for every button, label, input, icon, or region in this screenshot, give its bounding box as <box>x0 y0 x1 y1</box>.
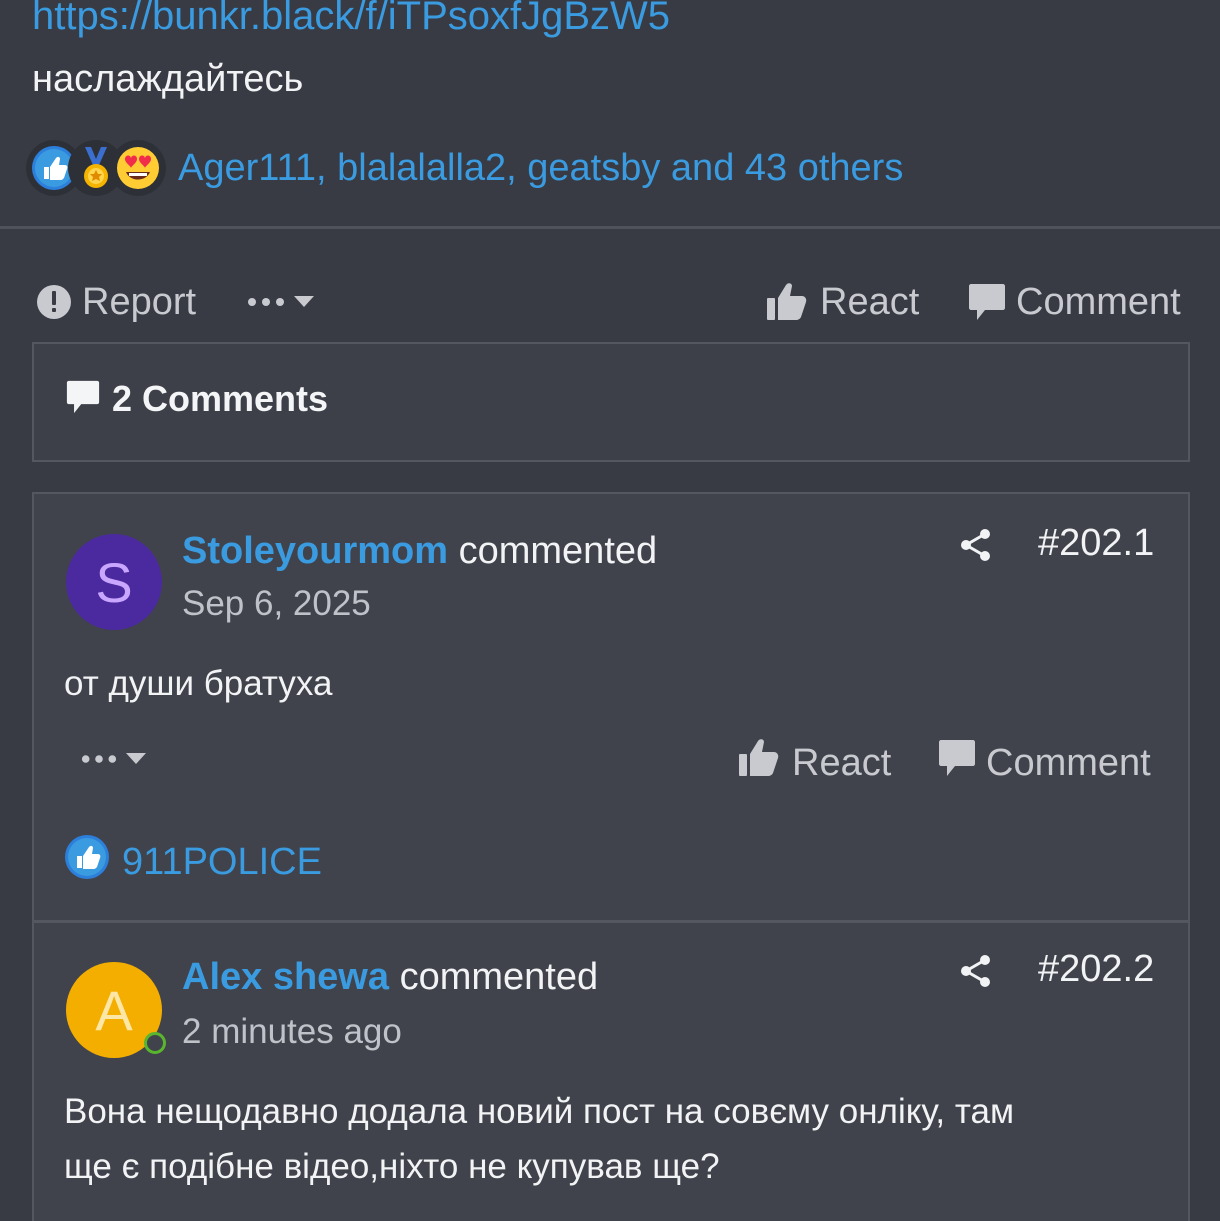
react-label: React <box>792 741 892 784</box>
comment-divider <box>34 920 1188 923</box>
comments-header[interactable]: 2 Comments <box>32 342 1190 462</box>
comment-date[interactable]: 2 minutes ago <box>182 1012 402 1052</box>
comment-header: Alex shewa commented <box>182 956 598 999</box>
heart-eyes-icon <box>110 140 166 196</box>
comment-verb: commented <box>458 530 658 572</box>
avatar[interactable]: S <box>66 534 162 630</box>
react-button[interactable]: React <box>766 270 919 334</box>
comments-list: S Stoleyourmom commented Sep 6, 2025 #20… <box>32 492 1190 1221</box>
more-options-button[interactable] <box>80 732 146 775</box>
chevron-down-icon <box>126 732 146 775</box>
thumbs-up-icon <box>738 738 780 788</box>
ellipsis-icon <box>246 296 286 308</box>
report-button[interactable]: Report <box>36 270 196 334</box>
post-text: наслаждайтесь <box>32 58 304 100</box>
comment-body: от души братуха <box>64 664 333 703</box>
speech-bubble-icon <box>66 379 100 420</box>
like-icon <box>64 834 110 890</box>
comment-username[interactable]: Stoleyourmom <box>182 530 448 572</box>
comment-body-line-2: ще є подібне відео,ніхто не купував ще? <box>64 1147 720 1186</box>
speech-bubble-icon <box>968 282 1006 322</box>
divider <box>0 226 1220 229</box>
more-options-button[interactable] <box>246 270 314 334</box>
comment-button[interactable]: Comment <box>968 270 1181 334</box>
avatar-letter: A <box>95 978 133 1042</box>
post-reactions[interactable]: Ager111, blalalalla2, geatsby and 43 oth… <box>26 138 903 198</box>
comment-body-line-1: Вона нещодавно додала новий пост на совє… <box>64 1092 1015 1131</box>
exclamation-icon <box>36 284 72 320</box>
forum-post-page: https://bunkr.black/f/iTPsoxfJgBzW5 насл… <box>0 0 1220 1221</box>
speech-bubble-icon <box>938 738 976 788</box>
post-link[interactable]: https://bunkr.black/f/iTPsoxfJgBzW5 <box>32 0 670 39</box>
comments-count-title: 2 Comments <box>112 378 329 419</box>
react-button[interactable]: React <box>738 738 891 788</box>
comment-date[interactable]: Sep 6, 2025 <box>182 584 371 624</box>
comment-label: Comment <box>986 741 1151 784</box>
post-action-bar: Report React Comment <box>0 270 1220 334</box>
comment-reactor-name: 911POLICE <box>122 840 322 883</box>
chevron-down-icon <box>294 296 314 308</box>
comment-verb: commented <box>399 956 599 998</box>
avatar-letter: S <box>95 550 133 614</box>
report-label: Report <box>82 280 197 323</box>
comment-permalink[interactable]: #202.2 <box>1038 948 1154 991</box>
comment-header: Stoleyourmom commented <box>182 530 657 573</box>
comment-reactions[interactable]: 911POLICE <box>64 834 322 890</box>
online-status-indicator <box>144 1032 166 1054</box>
comment-username[interactable]: Alex shewa <box>182 956 389 998</box>
comment-permalink[interactable]: #202.1 <box>1038 522 1154 565</box>
share-icon[interactable] <box>960 954 992 993</box>
comment-button[interactable]: Comment <box>938 738 1151 788</box>
reactors-link[interactable]: Ager111, blalalalla2, geatsby and 43 oth… <box>178 147 903 190</box>
ellipsis-icon <box>80 732 118 775</box>
reaction-icons <box>26 140 166 196</box>
comment-label: Comment <box>1016 280 1181 323</box>
react-label: React <box>820 280 920 323</box>
thumbs-up-icon <box>766 282 808 322</box>
share-icon[interactable] <box>960 528 992 567</box>
